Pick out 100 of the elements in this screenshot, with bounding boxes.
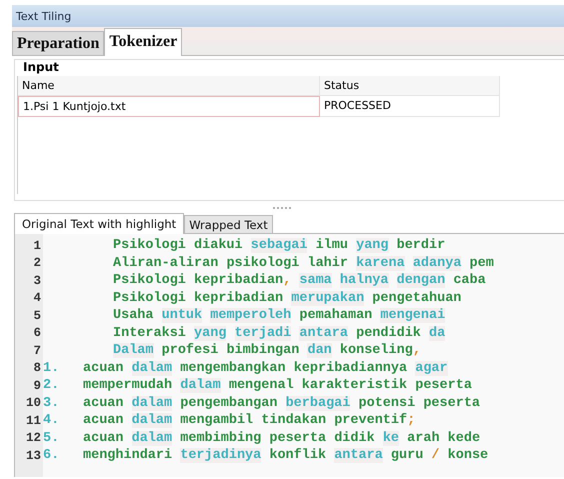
line-number: 2 bbox=[32, 256, 41, 270]
token: acuan bbox=[83, 430, 124, 446]
line-number: 9 bbox=[32, 378, 41, 393]
token: caba bbox=[453, 273, 486, 288]
table-cell: PROCESSED bbox=[320, 96, 500, 117]
token: mempermudah bbox=[83, 378, 172, 394]
token: / bbox=[431, 448, 440, 464]
token: mengenai bbox=[380, 308, 446, 324]
list-marker: 6. bbox=[43, 448, 60, 464]
token: karakteristik bbox=[302, 378, 408, 394]
list-marker: 3. bbox=[43, 396, 60, 411]
token: ; bbox=[407, 413, 416, 428]
token: peserta bbox=[415, 378, 472, 394]
token: , bbox=[283, 273, 292, 288]
token: pendidik bbox=[356, 326, 421, 341]
token: dalam bbox=[132, 430, 172, 446]
token: pemahaman bbox=[299, 308, 372, 324]
line-number: 11 bbox=[24, 414, 41, 428]
tab[interactable]: Original Text with highlight bbox=[14, 213, 184, 234]
token: da bbox=[429, 326, 446, 341]
token: potensi bbox=[358, 396, 416, 411]
token: ilmu bbox=[316, 238, 348, 254]
token: mengembangkan bbox=[180, 360, 286, 376]
token: Interaksi bbox=[113, 326, 186, 341]
token: dalam bbox=[132, 413, 172, 428]
text-editor[interactable] bbox=[14, 234, 564, 477]
token: diakui bbox=[194, 238, 243, 254]
line-number: 12 bbox=[24, 431, 41, 446]
token: terjadi bbox=[234, 326, 292, 341]
token: mengambil bbox=[180, 413, 254, 428]
list-marker: 5. bbox=[43, 430, 60, 446]
token: tindakan bbox=[261, 413, 326, 428]
token: kepribadian bbox=[194, 290, 284, 306]
list-marker: 4. bbox=[43, 413, 60, 428]
token: berdir bbox=[396, 238, 446, 254]
token: adanya bbox=[412, 256, 462, 271]
tab[interactable]: Preparation bbox=[12, 31, 104, 55]
table-row[interactable]: 1.Psi 1 Kuntjojo.txt PROCESSED bbox=[18, 96, 564, 117]
token: menghindari bbox=[83, 448, 172, 464]
token: didik bbox=[334, 430, 375, 446]
window-title: Text Tiling bbox=[16, 10, 72, 22]
token: Psikologi bbox=[113, 238, 186, 254]
token: acuan bbox=[83, 360, 124, 376]
token: yang bbox=[194, 326, 226, 341]
token: arah bbox=[407, 430, 440, 446]
token: , bbox=[412, 343, 421, 358]
token: halnya bbox=[340, 273, 388, 288]
line-number: 4 bbox=[32, 291, 41, 306]
token: memperoleh bbox=[210, 308, 292, 324]
token: antara bbox=[334, 448, 383, 464]
token: berbagai bbox=[286, 396, 350, 411]
column-header[interactable]: Name bbox=[18, 76, 320, 96]
column-header[interactable]: Status bbox=[320, 76, 500, 96]
line-number: 10 bbox=[24, 396, 41, 410]
list-marker: 2. bbox=[43, 378, 60, 394]
list-marker: 1. bbox=[43, 360, 60, 376]
token: konseling bbox=[340, 343, 413, 358]
line-number: 7 bbox=[32, 344, 41, 358]
token: ke bbox=[382, 430, 400, 446]
token: preventif bbox=[334, 413, 408, 428]
token: peserta bbox=[423, 396, 480, 411]
token: profesi bbox=[162, 343, 218, 358]
line-number: 6 bbox=[32, 326, 41, 340]
token: terjadinya bbox=[180, 448, 262, 464]
token: pengembangan bbox=[180, 396, 278, 411]
token: kepribadian bbox=[194, 273, 284, 288]
token: acuan bbox=[83, 396, 124, 411]
line-number: 1 bbox=[32, 238, 41, 253]
token: Psikologi bbox=[113, 290, 186, 306]
token: dengan bbox=[396, 273, 446, 288]
token: acuan bbox=[83, 413, 124, 428]
token: kede bbox=[448, 430, 480, 446]
line-number: 13 bbox=[24, 448, 41, 463]
token: yang bbox=[356, 238, 388, 254]
token: Usaha bbox=[113, 308, 154, 324]
token: karena bbox=[356, 256, 405, 271]
token: dalam bbox=[132, 396, 172, 411]
token: psikologi bbox=[226, 256, 300, 271]
tab[interactable]: Wrapped Text bbox=[184, 215, 273, 233]
token: kepribadiannya bbox=[294, 360, 408, 376]
token: lahir bbox=[307, 256, 348, 271]
line-number: 5 bbox=[32, 308, 41, 323]
token: konflik bbox=[269, 448, 326, 464]
token: antara bbox=[299, 326, 348, 341]
token: peserta bbox=[269, 430, 326, 446]
line-number: 3 bbox=[32, 274, 41, 288]
token: pem bbox=[470, 256, 494, 271]
token: sebagai bbox=[250, 238, 308, 254]
line-number: 8 bbox=[32, 361, 41, 376]
token: pengetahuan bbox=[372, 290, 462, 306]
token: bimbingan bbox=[226, 343, 300, 358]
token: Aliran-aliran bbox=[113, 256, 218, 271]
token: untuk bbox=[162, 308, 202, 324]
token: dalam bbox=[180, 378, 221, 394]
token: dan bbox=[307, 343, 332, 358]
token: guru bbox=[390, 448, 424, 464]
group-title: Input bbox=[22, 60, 60, 76]
tab[interactable]: Tokenizer bbox=[104, 28, 182, 56]
token: mengenal bbox=[228, 378, 294, 394]
token: membimbing bbox=[180, 430, 262, 446]
